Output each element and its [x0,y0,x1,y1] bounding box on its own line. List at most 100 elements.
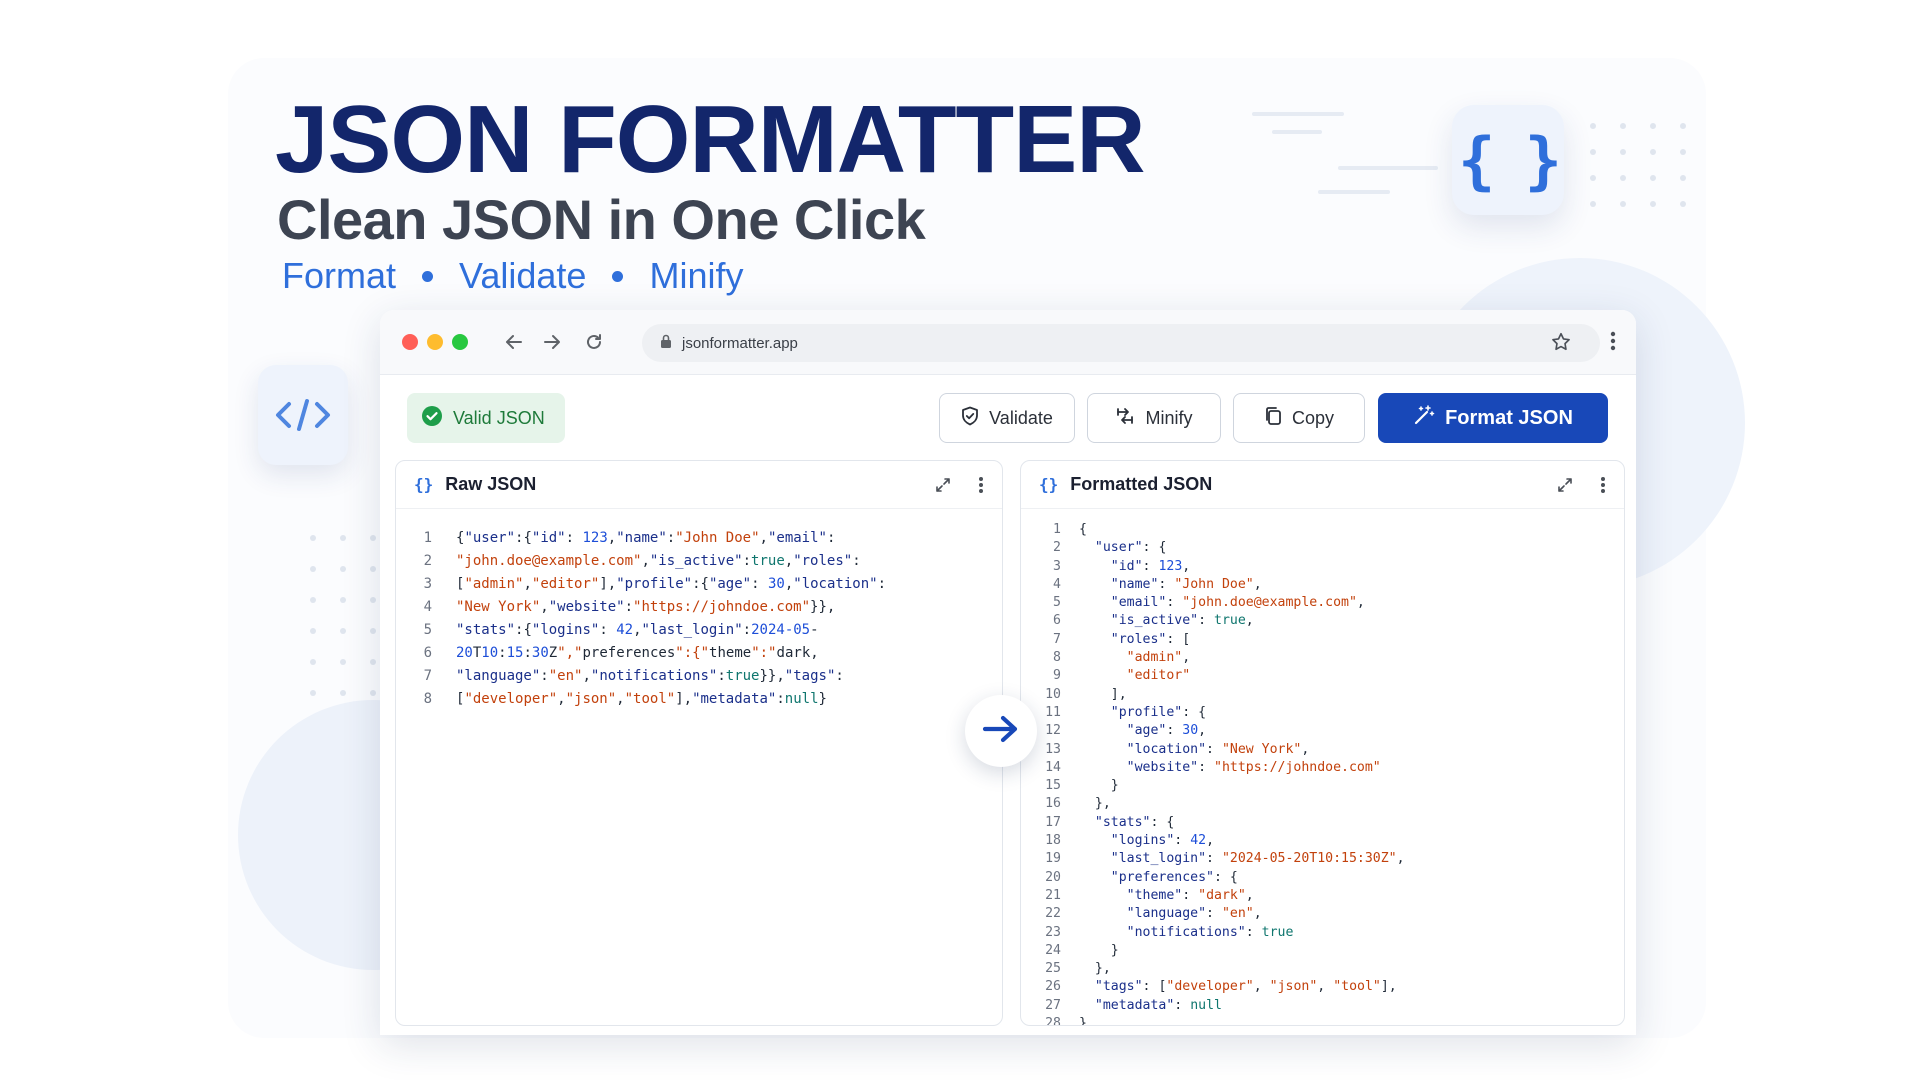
decorative-dot-grid [1590,123,1686,207]
formatted-code-line: 24 } [1021,942,1624,960]
formatted-code-line: 4 "name": "John Doe", [1021,576,1624,594]
code-text: "theme": "dark", [1126,887,1254,903]
formatted-code-line: 20 "preferences": { [1021,869,1624,887]
line-number: 2 [423,553,432,569]
copy-icon [1264,406,1282,431]
formatted-code-line: 19 "last_login": "2024-05-20T10:15:30Z", [1021,850,1624,868]
curly-braces-icon: {} [414,475,434,494]
code-text: }, [1094,961,1111,977]
line-number: 5 [423,622,432,638]
pane-menu-icon[interactable] [1600,475,1606,500]
shield-check-icon [961,406,979,431]
raw-code-line: 1 {"user":{"id": 123,"name":"John Doe","e… [396,527,1002,550]
line-number: 16 [1045,796,1061,812]
back-arrow-icon[interactable] [501,329,527,355]
copy-button[interactable]: Copy [1233,393,1365,443]
line-number: 6 [1053,613,1061,629]
line-number: 1 [423,530,432,546]
formatted-code-line: 15 } [1021,777,1624,795]
line-number: 3 [423,576,432,592]
decorative-line [1338,166,1438,170]
code-text: "admin", [1126,650,1191,666]
browser-menu-icon[interactable] [1610,330,1616,357]
address-bar[interactable]: jsonformatter.app [642,324,1600,362]
app-toolbar: Valid JSON Validate Minify Copy Format J… [380,375,1636,455]
code-text: ], [1110,686,1127,702]
copy-button-label: Copy [1291,407,1335,428]
code-text: "website": "https://johndoe.com" [1126,759,1381,775]
line-number: 8 [1053,650,1061,666]
expand-icon[interactable] [934,476,952,499]
raw-code-line: 4 "New York","website":"https://johndoe.c… [396,596,1002,619]
line-number: 20 [1045,869,1061,885]
line-number: 1 [1053,522,1061,537]
code-text: "location": "New York", [1126,741,1310,757]
line-number: 21 [1045,887,1061,903]
convert-arrow-button[interactable] [965,695,1037,767]
raw-code-line: 3 ["admin","editor"],"profile":{"age": 30… [396,573,1002,596]
formatted-code-line: 17 "stats": { [1021,814,1624,832]
pane-menu-icon[interactable] [978,475,984,500]
line-number: 26 [1045,979,1061,995]
formatted-code-line: 14 "website": "https://johndoe.com" [1021,759,1624,777]
formatted-code-line: 23 "notifications": true [1021,924,1624,942]
raw-json-pane: {} Raw JSON 1 {"user":{"id": 123,"name":"… [395,460,1003,1026]
minimize-window-button[interactable] [427,334,443,350]
formatted-code-line: 25 }, [1021,960,1624,978]
feature-list: Format Validate Minify [282,258,743,294]
forward-arrow-icon[interactable] [539,329,565,355]
code-text: "logins": 42, [1110,833,1215,849]
line-number: 23 [1045,924,1061,940]
hero-subtitle: Clean JSON in One Click [277,188,926,251]
curly-braces-icon: { } [1452,105,1564,215]
formatted-code-line: 21 "theme": "dark", [1021,887,1624,905]
raw-code-line: 8 ["developer","json","tool"],"metadata":… [396,688,1002,711]
code-text: "profile": { [1110,704,1207,720]
line-number: 9 [1053,668,1061,684]
formatted-code-line: 8 "admin", [1021,649,1624,667]
compress-icon [1115,407,1135,430]
format-json-button[interactable]: Format JSON [1378,393,1608,443]
line-number: 28 [1045,1016,1061,1026]
formatted-code-line: 3 "id": 123, [1021,558,1624,576]
bookmark-star-icon[interactable] [1550,331,1572,358]
close-window-button[interactable] [402,334,418,350]
formatted-json-header: {} Formatted JSON [1021,461,1624,509]
code-text: "preferences": { [1110,869,1238,885]
formatted-code-line: 28} [1021,1015,1624,1026]
separator-dot [612,270,624,282]
code-text: "metadata": null [1094,997,1222,1013]
code-text: "name": "John Doe", [1110,576,1262,592]
formatted-code-line: 27 "metadata": null [1021,997,1624,1015]
curly-braces-icon: {} [1039,475,1059,494]
raw-code-line: 7 "language":"en","notifications":true}},… [396,665,1002,688]
formatted-code-line: 2 "user": { [1021,539,1624,557]
code-text: ["developer","json","tool"],"metadata":n… [456,691,827,707]
formatted-code-line: 7 "roles": [ [1021,631,1624,649]
reload-icon[interactable] [581,329,607,355]
line-number: 18 [1045,833,1061,849]
code-text: "stats": { [1094,814,1175,830]
formatted-json-pane: {} Formatted JSON 1{2 "user": {3 "id": 1… [1020,460,1625,1026]
expand-icon[interactable] [1556,476,1574,499]
line-number: 14 [1045,759,1061,775]
maximize-window-button[interactable] [452,334,468,350]
code-tag-icon [258,365,348,465]
valid-status-badge: Valid JSON [407,393,565,443]
browser-chrome: jsonformatter.app [380,310,1636,375]
validate-button-label: Validate [989,407,1053,428]
code-text: "stats":{"logins": 42,"last_login":2024-… [456,622,819,638]
minify-button-label: Minify [1145,407,1193,428]
line-number: 5 [1053,595,1061,611]
line-number: 2 [1053,540,1061,556]
raw-code-line: 2 "john.doe@example.com","is_active":true… [396,550,1002,573]
minify-button[interactable]: Minify [1087,393,1221,443]
line-number: 8 [423,691,432,707]
code-text: ["admin","editor"],"profile":{"age": 30,… [456,576,886,592]
raw-json-editor[interactable]: 1 {"user":{"id": 123,"name":"John Doe","e… [396,509,1002,711]
browser-window: jsonformatter.app Valid JSON Validate Mi… [380,310,1636,1035]
separator-dot [422,270,434,282]
formatted-code-line: 11 "profile": { [1021,704,1624,722]
raw-json-title: Raw JSON [445,474,537,494]
validate-button[interactable]: Validate [939,393,1075,443]
